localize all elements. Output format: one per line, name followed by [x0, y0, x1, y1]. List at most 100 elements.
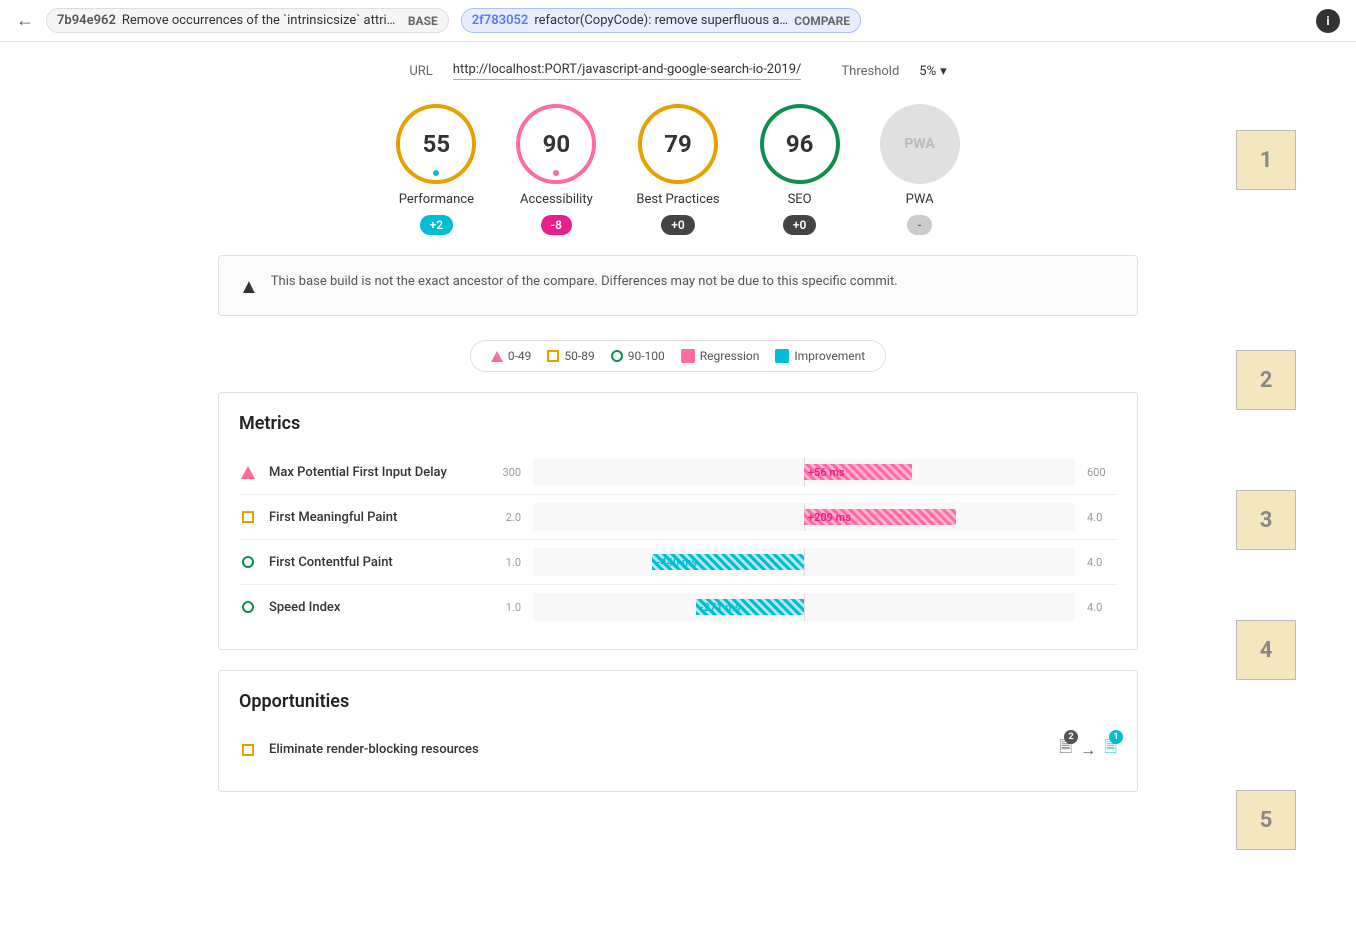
- score-item-best-practices: 79 Best Practices +0: [636, 104, 719, 235]
- score-label-best-practices: Best Practices: [636, 192, 719, 207]
- opp-base-icon-wrap: 🗎 2: [1059, 736, 1072, 763]
- legend-item-range-90-100: 90-100: [611, 349, 665, 363]
- opp-compare-badge: 1: [1109, 730, 1123, 744]
- base-commit-message: Remove occurrences of the `intrinsicsize…: [122, 13, 402, 28]
- metric-bar-label-first-contentful-paint: -440 ms: [652, 556, 701, 569]
- score-item-performance: 55 Performance +2: [396, 104, 476, 235]
- opp-rows: Eliminate render-blocking resources 🗎 2 …: [239, 728, 1117, 771]
- metric-row-first-contentful-paint: First Contentful Paint 1.0 -440 ms 4.0: [239, 540, 1117, 585]
- base-commit-pill[interactable]: 7b94e962 Remove occurrences of the `intr…: [46, 8, 449, 33]
- threshold-value-text: 5%: [919, 64, 936, 79]
- annotation-2: 2: [1236, 350, 1296, 410]
- metric-midline-speed-index: [804, 593, 805, 621]
- score-circle-best-practices: 79: [638, 104, 718, 184]
- metric-scale-start-max-potential-fid: 300: [491, 466, 521, 479]
- metric-scale-start-first-contentful-paint: 1.0: [491, 556, 521, 569]
- warning-box: ▲ This base build is not the exact ances…: [218, 255, 1138, 316]
- opp-icon-eliminate-render-blocking: [239, 744, 257, 756]
- top-bar: ← 7b94e962 Remove occurrences of the `in…: [0, 0, 1356, 42]
- metric-row-max-potential-fid: Max Potential First Input Delay 300 +56 …: [239, 450, 1117, 495]
- base-commit-label: BASE: [408, 14, 438, 28]
- url-threshold-row: URL http://localhost:PORT/javascript-and…: [218, 62, 1138, 80]
- metric-bar-label-first-meaningful-paint: +209 ms: [804, 511, 855, 524]
- opp-actions-eliminate-render-blocking: 🗎 2 → 🗎 1: [1059, 736, 1117, 763]
- back-button[interactable]: ←: [16, 10, 34, 31]
- legend-item-improvement: Improvement: [775, 349, 865, 363]
- compare-commit-pill[interactable]: 2f783052 refactor(CopyCode): remove supe…: [461, 8, 861, 33]
- opp-arrow-icon: →: [1080, 740, 1096, 760]
- score-badge-pwa: -: [907, 215, 931, 235]
- score-label-accessibility: Accessibility: [520, 192, 593, 207]
- metric-scale-end-max-potential-fid: 600: [1087, 466, 1117, 479]
- metric-icon-max-potential-fid: [239, 466, 257, 479]
- legend-circle-green-icon: [611, 350, 623, 362]
- metrics-title: Metrics: [239, 413, 1117, 434]
- compare-commit-message: refactor(CopyCode): remove superfluous a…: [534, 13, 788, 28]
- annotation-1: 1: [1236, 130, 1296, 190]
- url-value: http://localhost:PORT/javascript-and-goo…: [453, 62, 802, 80]
- metric-bar-max-potential-fid: +56 ms: [804, 464, 912, 480]
- legend-row: 0-49 50-89 90-100 Regression Improvement: [470, 340, 886, 372]
- score-label-performance: Performance: [399, 192, 474, 207]
- base-commit-hash: 7b94e962: [57, 13, 116, 28]
- score-item-pwa: PWA PWA -: [880, 104, 960, 235]
- legend-label-regression: Regression: [700, 349, 760, 363]
- compare-commit-hash: 2f783052: [472, 13, 529, 28]
- legend-square-orange-icon: [547, 350, 559, 362]
- main-content: URL http://localhost:PORT/javascript-and…: [178, 42, 1178, 832]
- score-badge-accessibility: -8: [541, 215, 572, 235]
- legend-triangle-icon: [491, 351, 503, 362]
- legend-item-regression: Regression: [681, 349, 760, 363]
- metric-icon-speed-index: [239, 601, 257, 613]
- opportunities-section: Opportunities Eliminate render-blocking …: [218, 670, 1138, 792]
- metric-scale-end-first-contentful-paint: 4.0: [1087, 556, 1117, 569]
- metric-bar-area-first-meaningful-paint: +209 ms: [533, 503, 1075, 531]
- metric-scale-end-first-meaningful-paint: 4.0: [1087, 511, 1117, 524]
- threshold-dropdown[interactable]: 5% ▾: [919, 64, 946, 79]
- metric-scale-start-speed-index: 1.0: [491, 601, 521, 614]
- metric-row-speed-index: Speed Index 1.0 -271 ms 4.0: [239, 585, 1117, 629]
- opp-compare-icon-wrap: 🗎 1: [1104, 736, 1117, 763]
- info-button[interactable]: i: [1316, 9, 1340, 33]
- metric-bar-label-speed-index: -271 ms: [696, 601, 745, 614]
- url-label: URL: [409, 64, 432, 79]
- legend-item-range-50-89: 50-89: [547, 349, 594, 363]
- warning-text: This base build is not the exact ancesto…: [271, 272, 898, 292]
- score-label-seo: SEO: [788, 192, 812, 207]
- legend-label-range-90-100: 90-100: [628, 349, 665, 363]
- legend-label-range-0-49: 0-49: [508, 349, 532, 363]
- metric-bar-speed-index: -271 ms: [696, 599, 804, 615]
- legend-label-improvement: Improvement: [794, 349, 865, 363]
- metric-bar-area-max-potential-fid: +56 ms: [533, 458, 1075, 486]
- opp-name-eliminate-render-blocking: Eliminate render-blocking resources: [269, 742, 1047, 757]
- scores-row: 55 Performance +2 90 Accessibility -8 79…: [218, 104, 1138, 235]
- legend-improvement-icon: [775, 349, 789, 363]
- metric-midline-first-contentful-paint: [804, 548, 805, 576]
- score-badge-best-practices: +0: [661, 215, 694, 235]
- metric-name-first-meaningful-paint: First Meaningful Paint: [269, 510, 479, 525]
- threshold-label: Threshold: [841, 64, 899, 79]
- metric-bar-first-contentful-paint: -440 ms: [652, 554, 804, 570]
- legend-label-range-50-89: 50-89: [564, 349, 594, 363]
- score-badge-performance: +2: [420, 215, 453, 235]
- metrics-section: Metrics Max Potential First Input Delay …: [218, 392, 1138, 650]
- opp-row-eliminate-render-blocking: Eliminate render-blocking resources 🗎 2 …: [239, 728, 1117, 771]
- metric-name-first-contentful-paint: First Contentful Paint: [269, 555, 479, 570]
- compare-commit-label: COMPARE: [794, 14, 850, 28]
- opp-base-badge: 2: [1064, 730, 1078, 744]
- metrics-rows: Max Potential First Input Delay 300 +56 …: [239, 450, 1117, 629]
- score-circle-performance: 55: [396, 104, 476, 184]
- metric-scale-end-speed-index: 4.0: [1087, 601, 1117, 614]
- metric-row-first-meaningful-paint: First Meaningful Paint 2.0 +209 ms 4.0: [239, 495, 1117, 540]
- metric-icon-first-meaningful-paint: [239, 511, 257, 523]
- legend-item-range-0-49: 0-49: [491, 349, 532, 363]
- metric-bar-area-first-contentful-paint: -440 ms: [533, 548, 1075, 576]
- score-badge-seo: +0: [783, 215, 816, 235]
- circle-indicator-pink: [553, 170, 559, 176]
- metric-name-max-potential-fid: Max Potential First Input Delay: [269, 465, 479, 480]
- metric-icon-first-contentful-paint: [239, 556, 257, 568]
- threshold-chevron-icon: ▾: [940, 64, 947, 79]
- score-item-accessibility: 90 Accessibility -8: [516, 104, 596, 235]
- score-label-pwa: PWA: [906, 192, 934, 207]
- annotation-4: 4: [1236, 620, 1296, 680]
